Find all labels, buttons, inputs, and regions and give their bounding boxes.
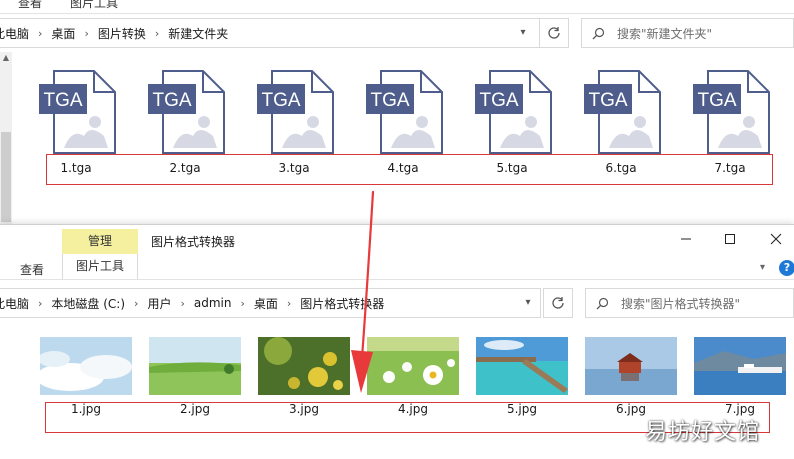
tga-file-icon[interactable]: TGA: [38, 70, 116, 154]
breadcrumb-chevron-icon[interactable]: ›: [150, 27, 164, 40]
breadcrumb-chevron-icon[interactable]: ›: [33, 27, 47, 40]
breadcrumb-chevron-icon[interactable]: ›: [235, 297, 249, 310]
refresh-button[interactable]: [543, 288, 573, 318]
tab-picture-tools[interactable]: 图片工具: [62, 254, 138, 279]
scrollbar-thumb[interactable]: [1, 132, 11, 222]
jpg-thumbnail-lake-house[interactable]: [585, 337, 677, 395]
ribbon-expand-chevron-icon[interactable]: ▾: [760, 262, 765, 273]
explorer-window-tga-folder: 查看 图片工具 此电脑 › 桌面 › 图片转换 › 新建文件夹 ▾ 搜索"新建文…: [0, 0, 794, 225]
tab-view[interactable]: 查看: [18, 0, 42, 11]
breadcrumb-admin[interactable]: admin: [190, 296, 236, 310]
jpg-thumbnail-green-field[interactable]: [149, 337, 241, 395]
breadcrumb-chevron-icon[interactable]: ›: [79, 27, 93, 40]
jpg-thumbnail-yellow-flowers[interactable]: [258, 337, 350, 395]
tab-manage[interactable]: 管理: [62, 229, 138, 254]
address-bar[interactable]: 此电脑 › 本地磁盘 (C:) › 用户 › admin › 桌面 › 图片格式…: [0, 288, 541, 318]
address-bar[interactable]: 此电脑 › 桌面 › 图片转换 › 新建文件夹 ▾: [0, 18, 540, 48]
search-placeholder: 搜索"图片格式转换器": [621, 296, 741, 311]
address-history-chevron-down-icon[interactable]: ▾: [517, 27, 529, 39]
ribbon-divider: [0, 279, 794, 280]
jpg-thumbnail-harbor[interactable]: [694, 337, 786, 395]
highlight-box-tga-names: [46, 154, 773, 185]
tga-file-icon[interactable]: TGA: [365, 70, 443, 154]
tga-file-icon[interactable]: TGA: [474, 70, 552, 154]
close-icon: [770, 233, 782, 245]
tab-view[interactable]: 查看: [20, 261, 44, 278]
search-placeholder: 搜索"新建文件夹": [617, 26, 713, 41]
tga-file-icon[interactable]: TGA: [583, 70, 661, 154]
watermark-text: 易坊好文馆: [645, 420, 761, 445]
maximize-button[interactable]: [720, 231, 740, 247]
breadcrumb-chevron-icon[interactable]: ›: [33, 297, 47, 310]
window-title: 图片格式转换器: [151, 235, 236, 249]
breadcrumb-desktop[interactable]: 桌面: [47, 25, 79, 42]
breadcrumb-this-pc[interactable]: 此电脑: [0, 295, 33, 312]
maximize-icon: [725, 234, 735, 244]
close-button[interactable]: [766, 231, 786, 247]
svg-text:TGA: TGA: [588, 90, 627, 111]
tga-file-icon[interactable]: TGA: [692, 70, 770, 154]
help-icon[interactable]: ?: [779, 260, 794, 276]
svg-text:TGA: TGA: [370, 90, 409, 111]
search-field[interactable]: 搜索"图片格式转换器": [585, 288, 794, 318]
search-field[interactable]: 搜索"新建文件夹": [581, 18, 794, 48]
minimize-icon: [681, 238, 691, 240]
tab-picture-tools[interactable]: 图片工具: [70, 0, 118, 11]
svg-text:TGA: TGA: [43, 90, 82, 111]
refresh-icon: [552, 297, 564, 309]
tga-file-icon[interactable]: TGA: [256, 70, 334, 154]
minimize-button[interactable]: [676, 231, 696, 247]
breadcrumb-chevron-icon[interactable]: ›: [282, 297, 296, 310]
search-icon: [596, 297, 609, 309]
search-icon: [592, 27, 605, 39]
address-history-chevron-down-icon[interactable]: ▾: [522, 297, 534, 309]
refresh-button[interactable]: [539, 18, 569, 48]
vertical-scrollbar[interactable]: ▲: [0, 52, 12, 225]
svg-text:TGA: TGA: [152, 90, 191, 111]
jpg-thumbnail-pier-sea[interactable]: [476, 337, 568, 395]
conversion-arrow-icon: [351, 190, 375, 393]
svg-text:TGA: TGA: [697, 90, 736, 111]
svg-text:TGA: TGA: [479, 90, 518, 111]
breadcrumb-chevron-icon[interactable]: ›: [129, 297, 143, 310]
breadcrumb-this-pc[interactable]: 此电脑: [0, 25, 33, 42]
breadcrumb-chevron-icon[interactable]: ›: [175, 297, 189, 310]
scroll-up-arrow-icon[interactable]: ▲: [0, 52, 12, 64]
breadcrumb-desktop[interactable]: 桌面: [250, 295, 282, 312]
ribbon-tabs-strip: 查看 图片工具: [0, 0, 794, 14]
breadcrumb-local-disk[interactable]: 本地磁盘 (C:): [47, 295, 129, 312]
breadcrumb-image-convert[interactable]: 图片转换: [94, 25, 150, 42]
breadcrumb-new-folder[interactable]: 新建文件夹: [164, 25, 232, 42]
svg-text:TGA: TGA: [261, 90, 300, 111]
refresh-icon: [548, 27, 560, 39]
tga-file-icon[interactable]: TGA: [147, 70, 225, 154]
jpg-thumbnail-sky-clouds[interactable]: [40, 337, 132, 395]
breadcrumb-users[interactable]: 用户: [143, 295, 175, 312]
